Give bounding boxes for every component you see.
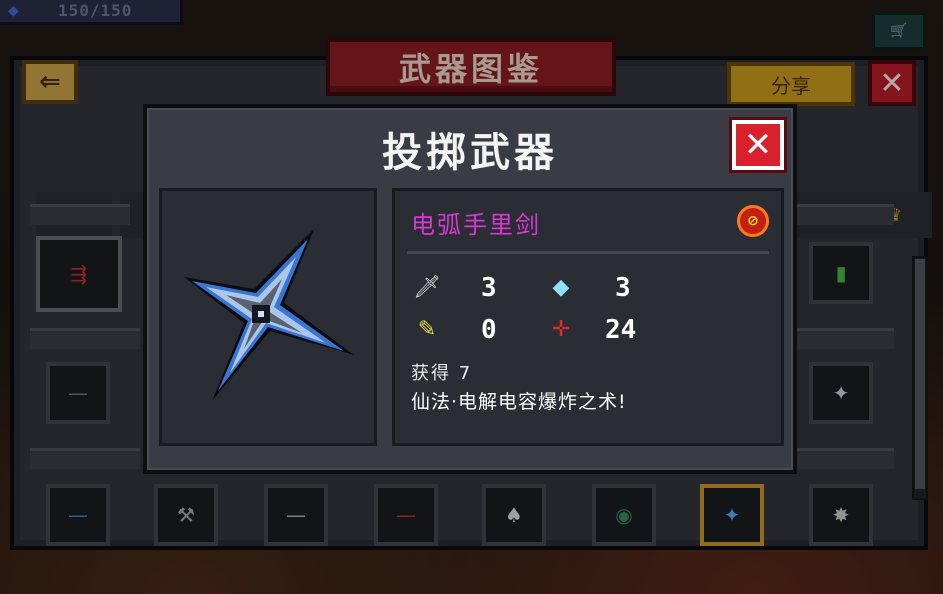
damage-value: 3 [481,273,497,303]
weapon-detail-modal: 投掷武器 ✕ 电弧手里剑 ⊘ 🗡 3 ◆ 3 ✎ 0 ✛ 24 获得 7 仙法·… [143,104,797,474]
obtained-label: 获得 [411,363,451,384]
crit-icon: ✎ [417,317,437,342]
weapon-description: 仙法·电解电容爆炸之术! [411,391,627,413]
crit-value: 0 [481,315,497,345]
obtained-count: 获得 7 [411,359,472,385]
no-sell-icon: ⊘ [737,205,769,237]
crosshair-icon: ✛ [551,317,571,342]
accuracy-value: 24 [605,315,637,345]
weapon-name: 电弧手里剑 [411,211,541,239]
shuriken-icon [184,229,354,401]
modal-close-button[interactable]: ✕ [732,120,784,170]
weapon-info-panel: 电弧手里剑 ⊘ 🗡 3 ◆ 3 ✎ 0 ✛ 24 获得 7 仙法·电解电容爆炸之… [392,188,784,446]
weapon-icon-panel [159,188,377,446]
energy-cost-value: 3 [615,273,631,303]
energy-diamond-icon: ◆ [552,275,570,300]
obtained-number: 7 [458,363,473,384]
modal-title: 投掷武器 [382,130,558,176]
sword-icon: 🗡 [413,275,441,300]
close-icon: ✕ [743,125,773,165]
divider [407,251,769,254]
